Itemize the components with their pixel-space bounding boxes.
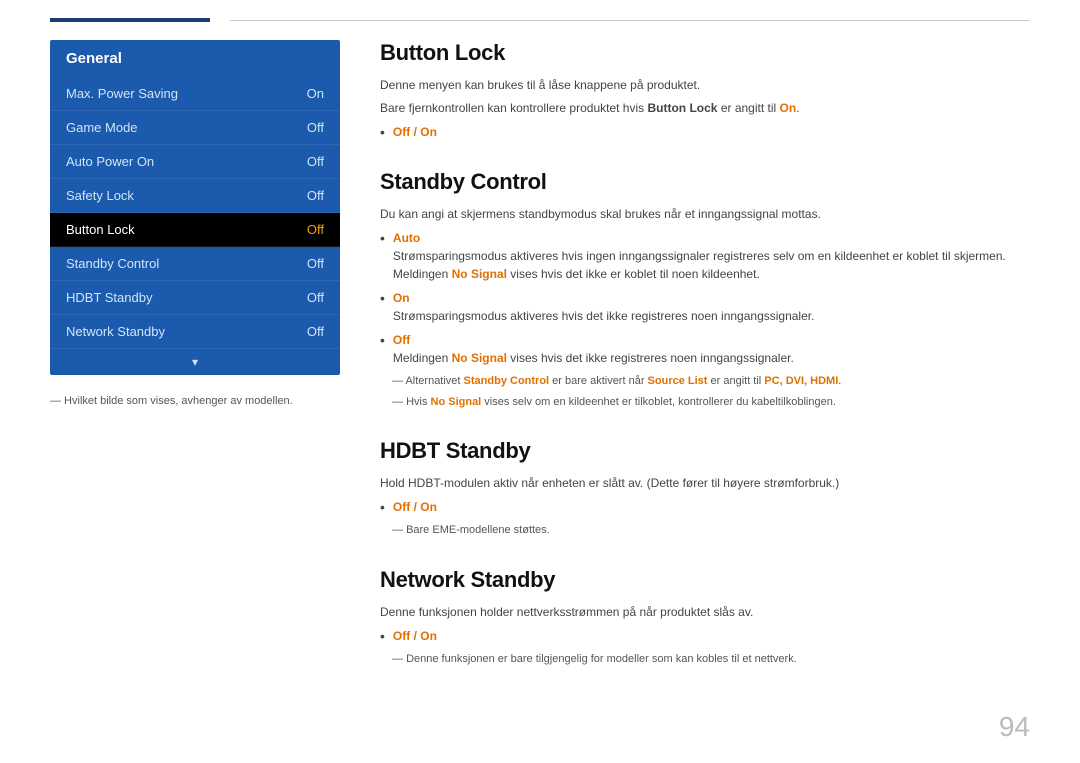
network-standby-desc1: Denne funksjonen holder nettverksstrømme… [380,603,1030,621]
top-bar-line [230,20,1030,21]
menu-label: HDBT Standby [66,290,152,305]
note-no-signal: No Signal [431,396,482,408]
note-standby-control: Standby Control [464,375,550,387]
desc2-highlight: Button Lock [647,101,717,115]
network-standby-bullets: • Off / On [380,627,1030,645]
bullet-on: • On Strømsparingsmodus aktiveres hvis d… [380,289,1030,325]
main-layout: General Max. Power Saving On Game Mode O… [0,40,1080,696]
button-lock-bullets: • Off / On [380,123,1030,141]
menu-label: Standby Control [66,256,159,271]
menu-value: Off [307,120,324,135]
bullet-off: • Off Meldingen No Signal vises hvis det… [380,331,1030,367]
menu-item-game-mode[interactable]: Game Mode Off [50,111,340,145]
sidebar: General Max. Power Saving On Game Mode O… [50,40,340,696]
section-title-hdbt-standby: HDBT Standby [380,438,1030,464]
desc2-prefix: Bare fjernkontrollen kan kontrollere pro… [380,101,647,115]
bullet-text-off: Meldingen No Signal vises hvis det ikke … [393,351,794,365]
desc2-value: On [780,101,797,115]
section-button-lock: Button Lock Denne menyen kan brukes til … [380,40,1030,141]
bullet-auto: • Auto Strømsparingsmodus aktiveres hvis… [380,229,1030,283]
bullet-label-off: Off [393,333,410,347]
menu-item-network-standby[interactable]: Network Standby Off [50,315,340,349]
menu-item-hdbt-standby[interactable]: HDBT Standby Off [50,281,340,315]
menu-value: On [307,86,324,101]
section-hdbt-standby: HDBT Standby Hold HDBT-modulen aktiv når… [380,438,1030,539]
page-number: 94 [999,711,1030,743]
sidebar-menu: Max. Power Saving On Game Mode Off Auto … [50,77,340,375]
menu-scroll-down[interactable]: ▾ [50,349,340,375]
menu-value: Off [307,188,324,203]
bullet-dot: • [380,331,385,349]
menu-value: Off [307,290,324,305]
bullet-content-on: On Strømsparingsmodus aktiveres hvis det… [393,289,815,325]
bullet-text-on: Strømsparingsmodus aktiveres hvis det ik… [393,309,815,323]
standby-control-bullets: • Auto Strømsparingsmodus aktiveres hvis… [380,229,1030,367]
menu-label: Network Standby [66,324,165,339]
menu-item-max-power-saving[interactable]: Max. Power Saving On [50,77,340,111]
bullet-network-off-on: • Off / On [380,627,1030,645]
bullet-label-network: Off / On [393,627,437,645]
menu-label: Max. Power Saving [66,86,178,101]
section-title-standby-control: Standby Control [380,169,1030,195]
standby-note-1: Alternativet Standby Control er bare akt… [380,373,1030,390]
section-title-button-lock: Button Lock [380,40,1030,66]
note-pc-dvi-hdmi: PC, DVI, HDMI [764,375,838,387]
bullet-dot: • [380,627,385,645]
note-source-list: Source List [648,375,708,387]
standby-note-2: Hvis No Signal vises selv om en kildeenh… [380,394,1030,411]
bullet-dot: • [380,123,385,141]
hdbt-note-1: Bare EME-modellene støttes. [380,522,1030,539]
bullet-label-hdbt: Off / On [393,498,437,516]
menu-item-standby-control[interactable]: Standby Control Off [50,247,340,281]
hdbt-standby-bullets: • Off / On [380,498,1030,516]
menu-item-button-lock[interactable]: Button Lock Off [50,213,340,247]
menu-item-safety-lock[interactable]: Safety Lock Off [50,179,340,213]
menu-label: Button Lock [66,222,135,237]
sidebar-note: ― Hvilket bilde som vises, avhenger av m… [50,395,340,407]
bullet-label-on: On [393,291,410,305]
bullet-text-auto: Strømsparingsmodus aktiveres hvis ingen … [393,249,1006,263]
bullet-off-on: • Off / On [380,123,1030,141]
top-bar [0,0,1080,22]
menu-value-active: Off [307,222,324,237]
sidebar-header: General [50,40,340,77]
bullet-label-auto: Auto [393,231,420,245]
section-standby-control: Standby Control Du kan angi at skjermens… [380,169,1030,410]
desc2-mid: er angitt til [717,101,779,115]
menu-label: Auto Power On [66,154,154,169]
bullet-dot: • [380,498,385,516]
content-area: Button Lock Denne menyen kan brukes til … [380,40,1030,696]
network-note-1: Denne funksjonen er bare tilgjengelig fo… [380,651,1030,668]
bullet-content-off: Off Meldingen No Signal vises hvis det i… [393,331,794,367]
menu-item-auto-power-on[interactable]: Auto Power On Off [50,145,340,179]
top-bar-accent [50,18,210,22]
menu-value: Off [307,256,324,271]
menu-value: Off [307,154,324,169]
section-title-network-standby: Network Standby [380,567,1030,593]
menu-label: Safety Lock [66,188,134,203]
bullet-dot: • [380,289,385,307]
button-lock-desc2: Bare fjernkontrollen kan kontrollere pro… [380,99,1030,117]
button-lock-desc1: Denne menyen kan brukes til å låse knapp… [380,76,1030,94]
menu-value: Off [307,324,324,339]
bullet-text-auto2: Meldingen No Signal vises hvis det ikke … [393,267,760,281]
bullet-label: Off / On [393,123,437,141]
desc2-period: . [796,101,799,115]
bullet-content: Auto Strømsparingsmodus aktiveres hvis i… [393,229,1006,283]
standby-control-desc1: Du kan angi at skjermens standbymodus sk… [380,205,1030,223]
bullet-dot: • [380,229,385,247]
menu-label: Game Mode [66,120,138,135]
bullet-hdbt-off-on: • Off / On [380,498,1030,516]
section-network-standby: Network Standby Denne funksjonen holder … [380,567,1030,668]
hdbt-standby-desc1: Hold HDBT-modulen aktiv når enheten er s… [380,474,1030,492]
